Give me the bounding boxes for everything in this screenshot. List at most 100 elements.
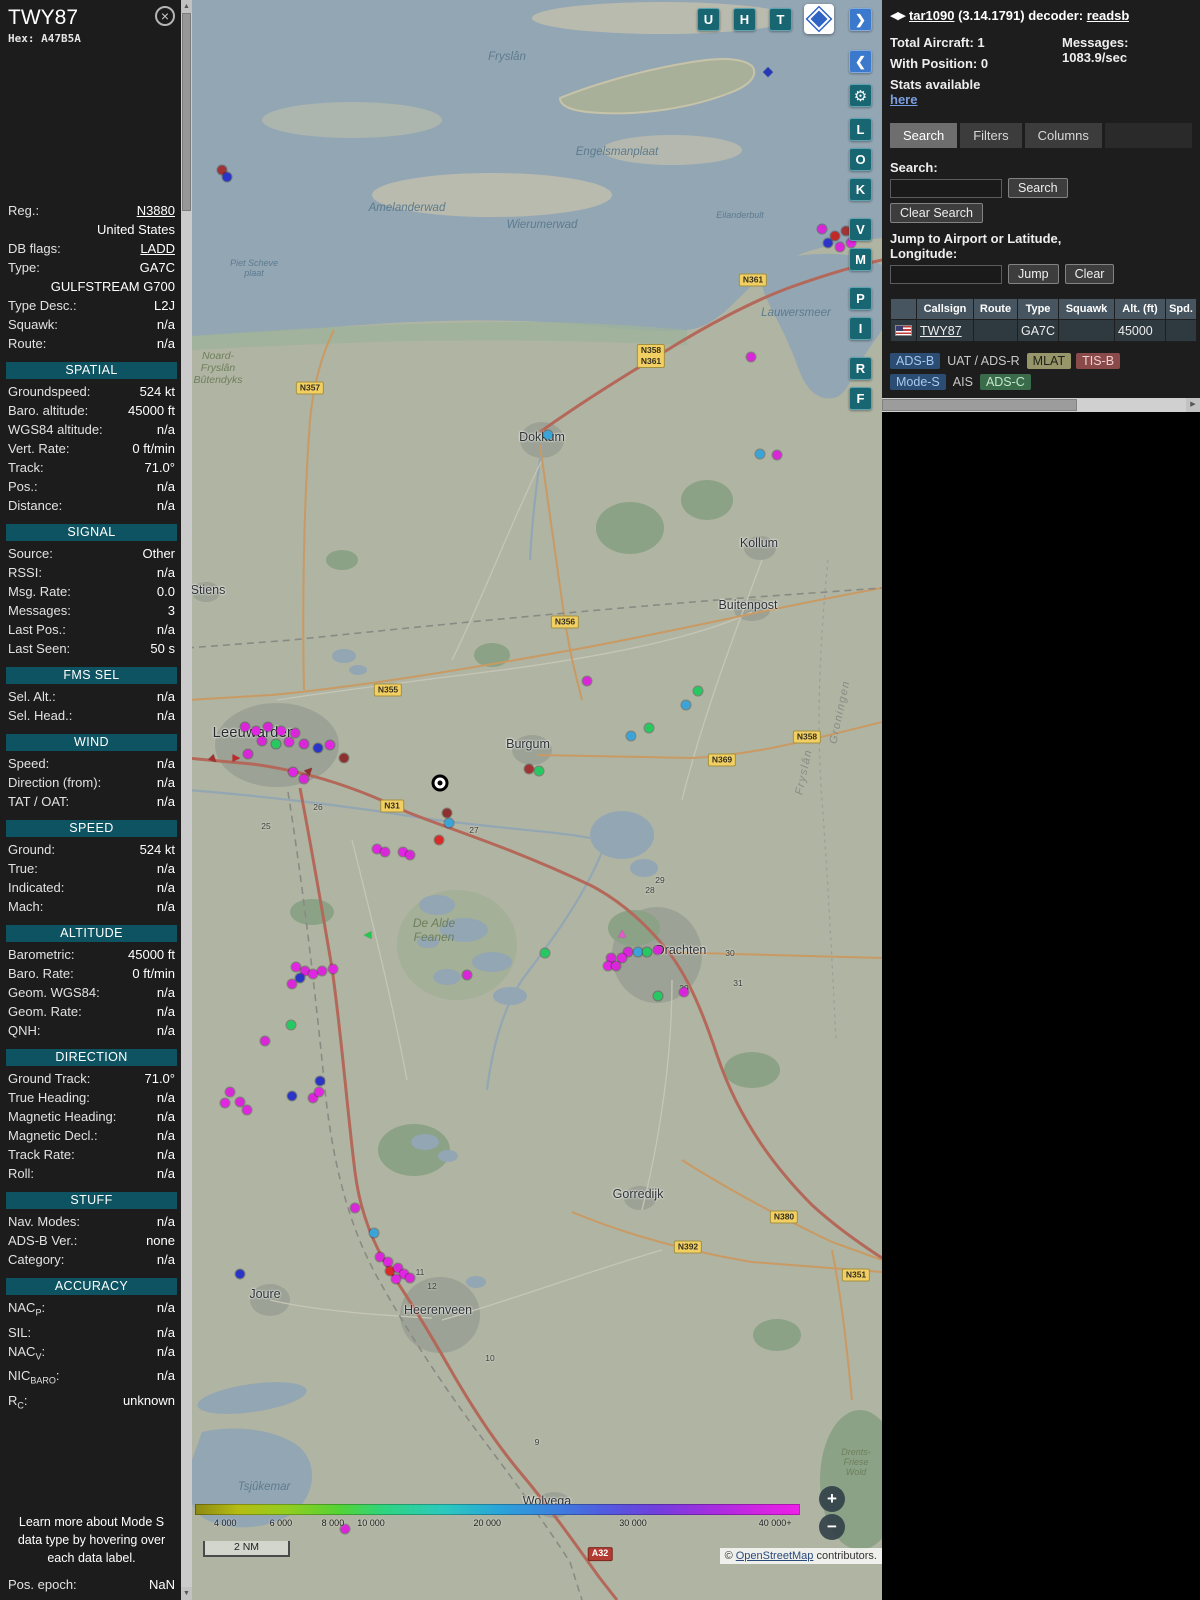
detail-value: n/a bbox=[157, 1145, 175, 1164]
legend-chip-tis-b[interactable]: TIS-B bbox=[1076, 353, 1120, 369]
scrollbar-thumb[interactable] bbox=[182, 13, 191, 211]
detail-value[interactable]: LADD bbox=[140, 239, 175, 258]
detail-row: RC:unknown bbox=[8, 1391, 175, 1416]
altitude-tick-label: 40 000+ bbox=[759, 1518, 792, 1528]
route-cell bbox=[974, 320, 1018, 342]
detail-row: Sel. Alt.:n/a bbox=[8, 687, 175, 706]
openstreetmap-link[interactable]: OpenStreetMap bbox=[736, 1550, 814, 1562]
scroll-up-arrow-icon[interactable]: ▲ bbox=[181, 0, 192, 13]
tab-filters[interactable]: Filters bbox=[960, 123, 1021, 148]
detail-row: Indicated:n/a bbox=[8, 878, 175, 897]
detail-label: Baro. altitude: bbox=[8, 401, 88, 420]
detail-label: Ground Track: bbox=[8, 1069, 90, 1088]
tab-search[interactable]: Search bbox=[890, 123, 957, 148]
table-header-Callsign[interactable]: Callsign bbox=[917, 299, 974, 320]
search-button[interactable]: Search bbox=[1008, 178, 1068, 198]
source-type-legend: ADS-B UAT / ADS-R MLAT TIS-B Mode-S AIS ADS-C bbox=[890, 353, 1140, 390]
map-button-f[interactable]: F bbox=[849, 387, 872, 410]
detail-label: TAT / OAT: bbox=[8, 792, 69, 811]
scroll-right-arrow-icon[interactable]: ▶ bbox=[1186, 398, 1200, 412]
map-button-h[interactable]: H bbox=[733, 8, 756, 31]
detail-value: 0.0 bbox=[157, 582, 175, 601]
detail-row: Track:71.0° bbox=[8, 458, 175, 477]
detail-value: 3 bbox=[168, 601, 175, 620]
search-input[interactable] bbox=[890, 179, 1002, 198]
with-position-stat: With Position: 0 bbox=[890, 56, 988, 71]
jump-input[interactable] bbox=[890, 265, 1002, 284]
detail-label: Track Rate: bbox=[8, 1145, 75, 1164]
legend-chip-mlat[interactable]: MLAT bbox=[1027, 353, 1071, 369]
detail-label: Distance: bbox=[8, 496, 62, 515]
table-header-flag[interactable] bbox=[891, 299, 917, 320]
table-header-Alt. (ft)[interactable]: Alt. (ft) bbox=[1115, 299, 1166, 320]
readsb-link[interactable]: readsb bbox=[1087, 8, 1130, 23]
map-button-u[interactable]: U bbox=[697, 8, 720, 31]
callsign-link[interactable]: TWY87 bbox=[920, 324, 962, 338]
detail-value: Other bbox=[142, 544, 175, 563]
detail-label: Geom. Rate: bbox=[8, 1002, 82, 1021]
legend-chip-ais[interactable]: AIS bbox=[951, 374, 975, 390]
detail-label: QNH: bbox=[8, 1021, 41, 1040]
legend-chip-uat-ads-r[interactable]: UAT / ADS-R bbox=[945, 353, 1021, 369]
detail-row: Mach:n/a bbox=[8, 897, 175, 916]
detail-value[interactable]: N3880 bbox=[137, 201, 175, 220]
mode-s-help-note: Learn more about Mode S data type by hov… bbox=[8, 1507, 175, 1575]
expand-sidebar-button[interactable]: ❯ bbox=[849, 8, 872, 31]
scroll-down-arrow-icon[interactable]: ▼ bbox=[181, 1587, 192, 1600]
tab-columns[interactable]: Columns bbox=[1025, 123, 1102, 148]
map-button-r[interactable]: R bbox=[849, 357, 872, 380]
jump-clear-button[interactable]: Clear bbox=[1065, 264, 1115, 284]
table-header-Type[interactable]: Type bbox=[1018, 299, 1059, 320]
aircraft-photo-area bbox=[8, 45, 175, 201]
map-button-m[interactable]: M bbox=[849, 248, 872, 271]
tar1090-link[interactable]: tar1090 bbox=[909, 8, 955, 23]
detail-label: Speed: bbox=[8, 754, 49, 773]
zoom-out-button[interactable]: − bbox=[819, 1514, 845, 1540]
close-icon[interactable]: × bbox=[155, 6, 175, 26]
map-button-i[interactable]: I bbox=[849, 317, 872, 340]
aircraft-hex: Hex: A47B5A bbox=[8, 32, 175, 45]
detail-value: n/a bbox=[157, 1323, 175, 1342]
detail-value: n/a bbox=[157, 334, 175, 353]
stats-here-link[interactable]: here bbox=[890, 92, 917, 107]
panel-resize-arrows-icon[interactable]: ◀▶ bbox=[890, 9, 905, 22]
jump-button[interactable]: Jump bbox=[1008, 264, 1059, 284]
vertical-scrollbar[interactable]: ▲ ▼ bbox=[181, 0, 192, 1600]
horizontal-scrollbar[interactable]: ▶ bbox=[882, 398, 1200, 412]
panel-tabs: Search Filters Columns bbox=[890, 123, 1192, 148]
map-button-o[interactable]: O bbox=[849, 148, 872, 171]
legend-chip-ads-b[interactable]: ADS-B bbox=[890, 353, 940, 369]
aircraft-table-row[interactable]: TWY87GA7C45000 bbox=[891, 320, 1197, 342]
callsign-cell[interactable]: TWY87 bbox=[917, 320, 974, 342]
legend-chip-ads-c[interactable]: ADS-C bbox=[980, 374, 1031, 390]
messages-rate-stat: Messages: 1083.9/sec bbox=[1062, 35, 1192, 113]
altitude-tick-label: 4 000 bbox=[214, 1518, 237, 1528]
pos-epoch-row: Pos. epoch: NaN bbox=[8, 1575, 175, 1600]
detail-value: n/a bbox=[157, 1342, 175, 1367]
table-header-Route[interactable]: Route bbox=[974, 299, 1018, 320]
map-button-v[interactable]: V bbox=[849, 218, 872, 241]
detail-row: Roll:n/a bbox=[8, 1164, 175, 1183]
settings-gear-button[interactable]: ⚙ bbox=[849, 84, 872, 107]
map-button-k[interactable]: K bbox=[849, 178, 872, 201]
detail-value: United States bbox=[97, 220, 175, 239]
clear-search-button[interactable]: Clear Search bbox=[890, 203, 983, 223]
collapse-sidebar-button[interactable]: ❮ bbox=[849, 50, 872, 73]
zoom-in-button[interactable]: + bbox=[819, 1486, 845, 1512]
detail-value: n/a bbox=[157, 1021, 175, 1040]
hscrollbar-thumb[interactable] bbox=[882, 399, 1077, 411]
table-header-Spd.[interactable]: Spd. bbox=[1166, 299, 1197, 320]
map-button-t[interactable]: T bbox=[769, 8, 792, 31]
detail-value: n/a bbox=[157, 1107, 175, 1126]
map-canvas[interactable]: FryslânEngelsmanplaatAmelanderwadWierume… bbox=[192, 0, 882, 1600]
detail-value: GA7C bbox=[140, 258, 175, 277]
altitude-tick-label: 20 000 bbox=[473, 1518, 501, 1528]
detail-label: Track: bbox=[8, 458, 44, 477]
legend-chip-mode-s[interactable]: Mode-S bbox=[890, 374, 946, 390]
detail-label: Indicated: bbox=[8, 878, 64, 897]
table-header-Squawk[interactable]: Squawk bbox=[1059, 299, 1115, 320]
map-button-l[interactable]: L bbox=[849, 118, 872, 141]
panel-empty-area bbox=[882, 412, 1200, 1600]
map-button-p[interactable]: P bbox=[849, 287, 872, 310]
layer-switcher-button[interactable] bbox=[804, 4, 834, 34]
